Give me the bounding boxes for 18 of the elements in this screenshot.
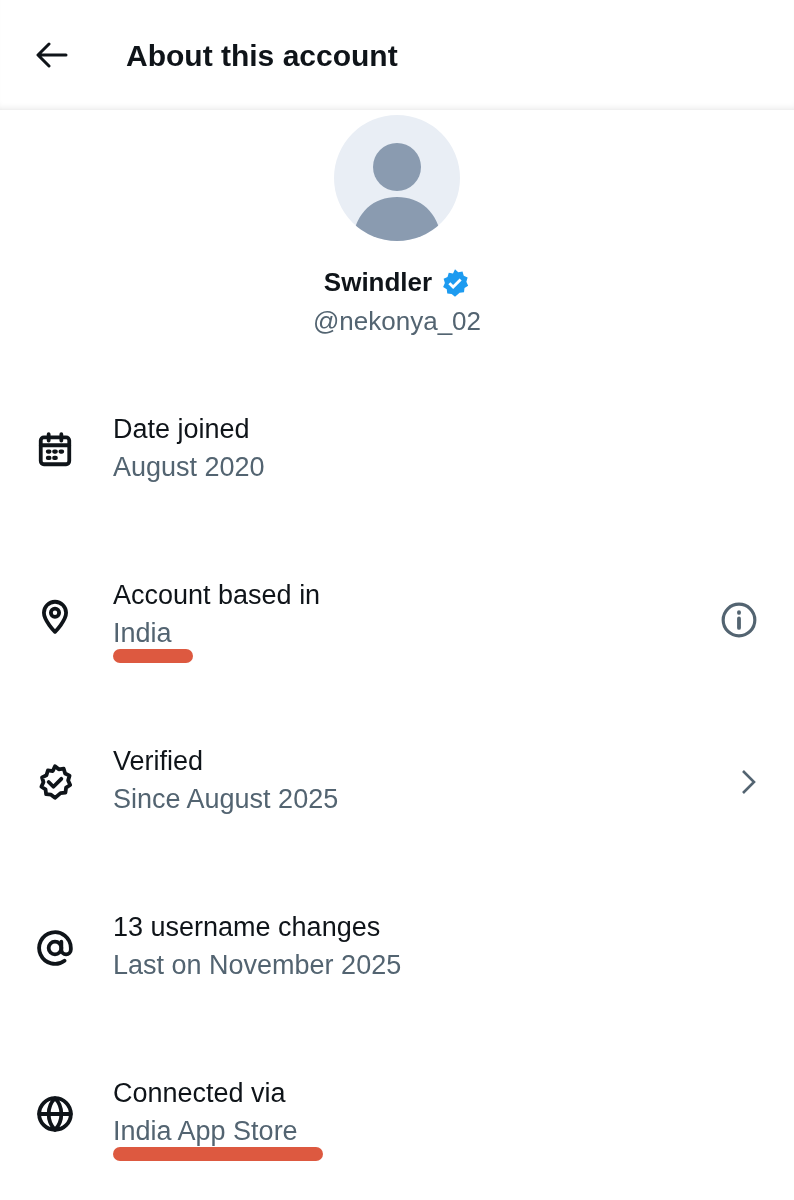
profile-name: Swindler xyxy=(323,266,433,299)
calendar-icon xyxy=(36,431,74,469)
at-sign-icon xyxy=(36,929,74,967)
row-label: Date joined xyxy=(113,413,250,446)
row-label: Verified xyxy=(113,745,204,778)
back-arrow-icon[interactable] xyxy=(36,42,68,68)
globe-icon xyxy=(36,1095,74,1133)
page-title: About this account xyxy=(126,37,398,74)
info-icon[interactable] xyxy=(720,601,758,639)
row-value: Last on November 2025 xyxy=(113,948,402,982)
row-value: August 2020 xyxy=(113,450,265,484)
row-value: India App Store xyxy=(113,1114,298,1148)
row-label: 13 username changes xyxy=(113,911,381,944)
row-value: Since August 2025 xyxy=(113,782,339,816)
profile-handle: @nekonya_02 xyxy=(312,305,482,338)
row-value: India xyxy=(113,616,172,650)
row-label: Account based in xyxy=(113,579,321,612)
row-label: Connected via xyxy=(113,1077,286,1110)
